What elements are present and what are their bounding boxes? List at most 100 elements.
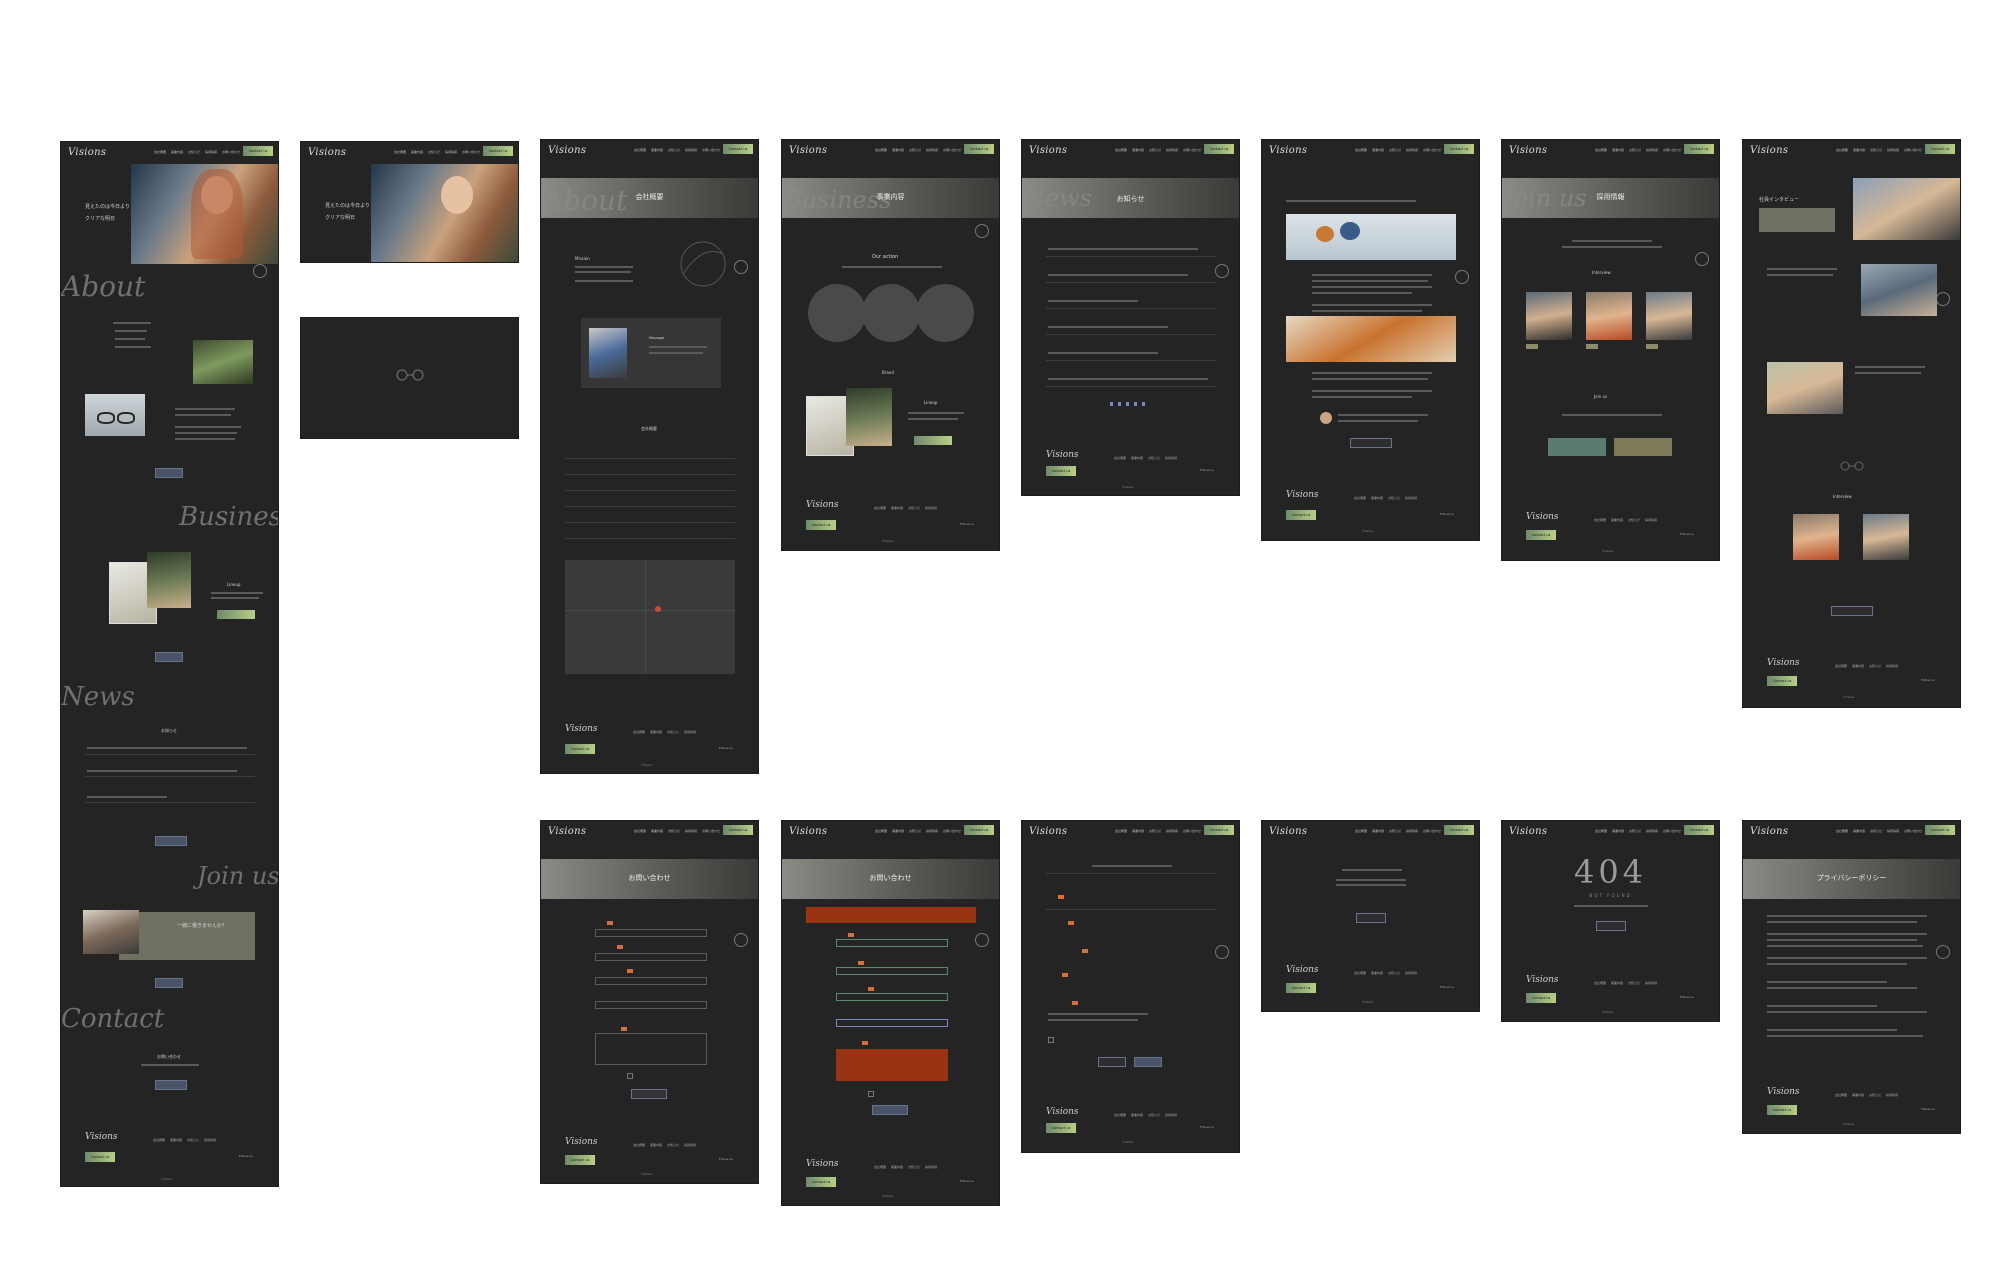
footer-nav-company[interactable]: 会社概要 xyxy=(633,1143,645,1147)
nav-company[interactable]: 会社概要 xyxy=(1355,829,1367,833)
nav-recruit[interactable]: 採用情報 xyxy=(1166,829,1178,833)
footer-logo[interactable]: Visions xyxy=(1286,965,1319,975)
nav-contact[interactable]: お問い合わせ xyxy=(702,148,720,152)
name-field[interactable] xyxy=(595,929,707,937)
send-button[interactable] xyxy=(1134,1057,1162,1067)
contact-button[interactable]: Contact us xyxy=(1204,825,1234,835)
logo[interactable]: Visions xyxy=(1269,826,1307,837)
nav-news[interactable]: お知らせ xyxy=(1629,148,1641,152)
contact-more-button[interactable] xyxy=(155,1080,187,1090)
nav-news[interactable]: お知らせ xyxy=(1389,148,1401,152)
footer-contact-button[interactable]: Contact us xyxy=(85,1152,115,1162)
footer-nav-recruit[interactable]: 採用情報 xyxy=(1886,1093,1898,1097)
nav-business[interactable]: 事業内容 xyxy=(892,829,904,833)
nav-recruit[interactable]: 採用情報 xyxy=(1166,148,1178,152)
logo[interactable]: Visions xyxy=(548,145,586,156)
nav-company[interactable]: 会社概要 xyxy=(1836,148,1848,152)
footer-nav-company[interactable]: 会社概要 xyxy=(1354,971,1366,975)
nav-recruit[interactable]: 採用情報 xyxy=(1887,148,1899,152)
nav-recruit[interactable]: 採用情報 xyxy=(685,148,697,152)
footer-nav-news[interactable]: お知らせ xyxy=(1388,971,1400,975)
contact-button[interactable]: Contact us xyxy=(243,146,273,156)
nav-contact[interactable]: お問い合わせ xyxy=(1423,148,1441,152)
message-textarea[interactable] xyxy=(836,1049,948,1081)
logo[interactable]: Visions xyxy=(1750,145,1788,156)
interview-photo-1[interactable] xyxy=(1526,292,1572,340)
email-confirm-field[interactable] xyxy=(836,993,948,1001)
email-field[interactable] xyxy=(595,953,707,961)
phone-field[interactable] xyxy=(595,1001,707,1009)
nav-recruit[interactable]: 採用情報 xyxy=(1887,829,1899,833)
footer-nav-business[interactable]: 事業内容 xyxy=(650,730,662,734)
footer-nav-recruit[interactable]: 採用情報 xyxy=(1405,971,1417,975)
footer-nav-business[interactable]: 事業内容 xyxy=(1852,1093,1864,1097)
footer-contact-button[interactable]: Contact us xyxy=(806,520,836,530)
nav-business[interactable]: 事業内容 xyxy=(1612,148,1624,152)
footer-nav-company[interactable]: 会社概要 xyxy=(1594,981,1606,985)
contact-button[interactable]: Contact us xyxy=(1444,825,1474,835)
nav-business[interactable]: 事業内容 xyxy=(171,150,183,154)
nav-recruit[interactable]: 採用情報 xyxy=(926,148,938,152)
confirm-button[interactable] xyxy=(631,1089,667,1099)
nav-news[interactable]: お知らせ xyxy=(1870,148,1882,152)
business-more-button[interactable] xyxy=(155,652,183,662)
footer-nav-news[interactable]: お知らせ xyxy=(1869,1093,1881,1097)
footer-contact-button[interactable]: Contact us xyxy=(1046,1123,1076,1133)
footer-nav-recruit[interactable]: 採用情報 xyxy=(1165,456,1177,460)
nav-contact[interactable]: お問い合わせ xyxy=(1663,148,1681,152)
email-field[interactable] xyxy=(836,967,948,975)
phone-field[interactable] xyxy=(836,1019,948,1027)
top-back-button[interactable] xyxy=(1596,921,1626,931)
logo[interactable]: Visions xyxy=(68,147,106,158)
nav-recruit[interactable]: 採用情報 xyxy=(926,829,938,833)
footer-nav-recruit[interactable]: 採用情報 xyxy=(1886,664,1898,668)
footer-logo[interactable]: Visions xyxy=(1046,450,1079,460)
footer-nav-business[interactable]: 事業内容 xyxy=(1852,664,1864,668)
footer-nav-company[interactable]: 会社概要 xyxy=(1354,496,1366,500)
logo[interactable]: Visions xyxy=(1509,145,1547,156)
footer-nav-news[interactable]: お知らせ xyxy=(187,1138,199,1142)
logo[interactable]: Visions xyxy=(1269,145,1307,156)
footer-nav-company[interactable]: 会社概要 xyxy=(153,1138,165,1142)
footer-nav-news[interactable]: お知らせ xyxy=(908,1165,920,1169)
footer-nav-news[interactable]: お知らせ xyxy=(667,1143,679,1147)
contact-button[interactable]: Contact us xyxy=(483,146,513,156)
nav-business[interactable]: 事業内容 xyxy=(1853,829,1865,833)
nav-contact[interactable]: お問い合わせ xyxy=(1183,829,1201,833)
footer-nav-company[interactable]: 会社概要 xyxy=(633,730,645,734)
footer-nav-company[interactable]: 会社概要 xyxy=(874,1165,886,1169)
footer-nav-news[interactable]: お知らせ xyxy=(1869,664,1881,668)
footer-nav-recruit[interactable]: 採用情報 xyxy=(204,1138,216,1142)
nav-news[interactable]: お知らせ xyxy=(1870,829,1882,833)
contact-button[interactable]: Contact us xyxy=(723,825,753,835)
nav-company[interactable]: 会社概要 xyxy=(1595,148,1607,152)
contact-button[interactable]: Contact us xyxy=(964,825,994,835)
footer-logo[interactable]: Visions xyxy=(806,1159,839,1169)
footer-contact-button[interactable]: Contact us xyxy=(1526,530,1556,540)
footer-nav-company[interactable]: 会社概要 xyxy=(1835,664,1847,668)
footer-contact-button[interactable]: Contact us xyxy=(1286,510,1316,520)
nav-business[interactable]: 事業内容 xyxy=(1132,829,1144,833)
map[interactable] xyxy=(565,560,735,674)
footer-nav-company[interactable]: 会社概要 xyxy=(1594,518,1606,522)
nav-company[interactable]: 会社概要 xyxy=(1355,148,1367,152)
entry-button-1[interactable] xyxy=(1548,438,1606,456)
footer-logo[interactable]: Visions xyxy=(1526,512,1559,522)
nav-company[interactable]: 会社概要 xyxy=(1836,829,1848,833)
logo[interactable]: Visions xyxy=(1029,145,1067,156)
entry-button-2[interactable] xyxy=(1614,438,1672,456)
nav-recruit[interactable]: 採用情報 xyxy=(205,150,217,154)
footer-logo[interactable]: Visions xyxy=(565,724,598,734)
nav-news[interactable]: お知らせ xyxy=(909,829,921,833)
footer-logo[interactable]: Visions xyxy=(1767,658,1800,668)
footer-nav-recruit[interactable]: 採用情報 xyxy=(1405,496,1417,500)
footer-nav-business[interactable]: 事業内容 xyxy=(1611,981,1623,985)
footer-contact-button[interactable]: Contact us xyxy=(565,1155,595,1165)
footer-contact-button[interactable]: Contact us xyxy=(1526,993,1556,1003)
nav-company[interactable]: 会社概要 xyxy=(875,829,887,833)
nav-contact[interactable]: お問い合わせ xyxy=(1904,148,1922,152)
privacy-checkbox[interactable] xyxy=(868,1091,874,1097)
footer-nav-company[interactable]: 会社概要 xyxy=(1835,1093,1847,1097)
nav-company[interactable]: 会社概要 xyxy=(1115,148,1127,152)
footer-nav-business[interactable]: 事業内容 xyxy=(891,506,903,510)
